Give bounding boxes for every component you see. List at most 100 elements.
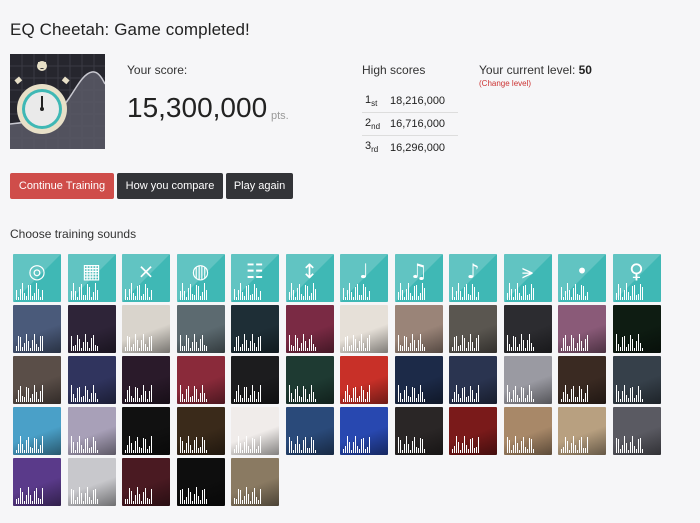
sound-artist-tile-2[interactable] <box>67 305 116 353</box>
waveform-icon <box>506 384 537 402</box>
waveform-icon <box>234 435 264 453</box>
waveform-icon <box>288 384 319 402</box>
sound-artist-tile-31[interactable] <box>340 407 388 455</box>
sound-tile-maracas[interactable]: • <box>558 254 606 302</box>
sound-artist-tile-20[interactable] <box>394 356 443 404</box>
waveform-icon <box>288 282 319 300</box>
sound-artist-tile-6[interactable] <box>285 305 334 353</box>
sound-artist-tile-23[interactable] <box>558 356 606 404</box>
waveform-icon <box>506 333 537 351</box>
sound-artist-tile-35[interactable] <box>558 407 606 455</box>
waveform-icon <box>343 333 373 351</box>
sound-tile-acoustic-guitar[interactable]: ♩ <box>340 254 388 302</box>
sound-artist-tile-11[interactable] <box>558 305 606 353</box>
sound-tile-trumpet[interactable]: ⪫ <box>503 254 552 302</box>
sound-artist-tile-40[interactable] <box>176 458 225 506</box>
sound-artist-tile-17[interactable] <box>231 356 279 404</box>
sound-artist-tile-36[interactable] <box>612 407 661 455</box>
waveform-icon <box>397 282 428 300</box>
sound-tile-dj-controller[interactable]: ◎ <box>13 254 61 302</box>
sound-artist-tile-24[interactable] <box>612 356 661 404</box>
current-level: Your current level: 50 <box>479 63 592 77</box>
sound-artist-tile-32[interactable] <box>394 407 443 455</box>
maracas-icon: • <box>576 259 588 283</box>
electric-guitar-icon: ↕ <box>301 259 318 283</box>
sound-artist-tile-39[interactable] <box>122 458 170 506</box>
sound-artist-tile-38[interactable] <box>67 458 116 506</box>
sound-tile-electric-guitar[interactable]: ↕ <box>285 254 334 302</box>
sound-artist-tile-25[interactable] <box>13 407 61 455</box>
sound-tile-drum-machine[interactable]: ▦ <box>67 254 116 302</box>
sound-artist-tile-8[interactable] <box>394 305 443 353</box>
waveform-icon <box>397 333 428 351</box>
training-sounds-label: Choose training sounds <box>10 227 137 241</box>
sound-artist-tile-34[interactable] <box>503 407 552 455</box>
sound-artist-tile-10[interactable] <box>503 305 552 353</box>
waveform-icon <box>561 282 591 300</box>
microphone-icon: ♀ <box>629 259 644 283</box>
waveform-icon <box>288 435 319 453</box>
sound-tile-drum-sticks[interactable]: ⨯ <box>122 254 170 302</box>
score-unit: pts. <box>271 110 289 122</box>
sound-artist-tile-16[interactable] <box>176 356 225 404</box>
trumpet-icon: ⪫ <box>521 259 534 283</box>
sound-artist-tile-41[interactable] <box>231 458 279 506</box>
sound-tile-microphone[interactable]: ♀ <box>612 254 661 302</box>
waveform-icon <box>615 282 646 300</box>
high-scores-table: 1st 18,216,000 2nd 16,716,000 3rd 16,296… <box>362 90 458 159</box>
play-again-button[interactable]: Play again <box>226 173 293 199</box>
sound-artist-tile-26[interactable] <box>67 407 116 455</box>
sound-tile-keyboard[interactable]: ☷ <box>231 254 279 302</box>
sound-artist-tile-37[interactable] <box>13 458 61 506</box>
violin-icon: ♪ <box>466 259 480 283</box>
waveform-icon <box>16 384 46 402</box>
sound-artist-tile-15[interactable] <box>122 356 170 404</box>
sound-tile-drum-kit[interactable]: ◍ <box>176 254 225 302</box>
waveform-icon <box>179 282 210 300</box>
sound-artist-tile-28[interactable] <box>176 407 225 455</box>
sound-artist-tile-21[interactable] <box>449 356 497 404</box>
waveform-icon <box>125 333 155 351</box>
sound-artist-tile-12[interactable] <box>612 305 661 353</box>
waveform-icon <box>234 282 264 300</box>
drum-machine-icon: ▦ <box>82 259 101 283</box>
sound-artist-tile-30[interactable] <box>285 407 334 455</box>
waveform-icon <box>343 384 373 402</box>
sound-artist-tile-14[interactable] <box>67 356 116 404</box>
sound-artist-tile-9[interactable] <box>449 305 497 353</box>
sound-tile-violin[interactable]: ♪ <box>449 254 497 302</box>
waveform-icon <box>234 333 264 351</box>
waveform-icon <box>615 435 646 453</box>
sound-artist-tile-3[interactable] <box>122 305 170 353</box>
sound-artist-tile-18[interactable] <box>285 356 334 404</box>
sound-tile-piano[interactable]: ♫ <box>394 254 443 302</box>
waveform-icon <box>343 435 373 453</box>
page-title: EQ Cheetah: Game completed! <box>10 20 250 39</box>
high-score-rank: 3rd <box>365 140 379 155</box>
waveform-icon <box>125 384 155 402</box>
waveform-icon <box>179 435 210 453</box>
waveform-icon <box>125 435 155 453</box>
waveform-icon <box>506 435 537 453</box>
drum-kit-icon: ◍ <box>191 259 210 283</box>
sound-artist-tile-5[interactable] <box>231 305 279 353</box>
sound-artist-tile-27[interactable] <box>122 407 170 455</box>
high-score-value: 16,716,000 <box>390 118 446 130</box>
waveform-icon <box>70 384 101 402</box>
sound-artist-tile-22[interactable] <box>503 356 552 404</box>
waveform-icon <box>452 282 482 300</box>
sound-artist-tile-1[interactable] <box>13 305 61 353</box>
how-you-compare-button[interactable]: How you compare <box>117 173 223 199</box>
waveform-icon <box>16 282 46 300</box>
waveform-icon <box>70 435 101 453</box>
change-level-link[interactable]: (Change level) <box>479 79 531 88</box>
sound-artist-tile-33[interactable] <box>449 407 497 455</box>
waveform-icon <box>615 333 646 351</box>
sound-artist-tile-29[interactable] <box>231 407 279 455</box>
sound-artist-tile-4[interactable] <box>176 305 225 353</box>
piano-icon: ♫ <box>409 259 428 283</box>
sound-artist-tile-13[interactable] <box>13 356 61 404</box>
sound-artist-tile-7[interactable] <box>340 305 388 353</box>
continue-training-button[interactable]: Continue Training <box>10 173 114 199</box>
sound-artist-tile-19[interactable] <box>340 356 388 404</box>
